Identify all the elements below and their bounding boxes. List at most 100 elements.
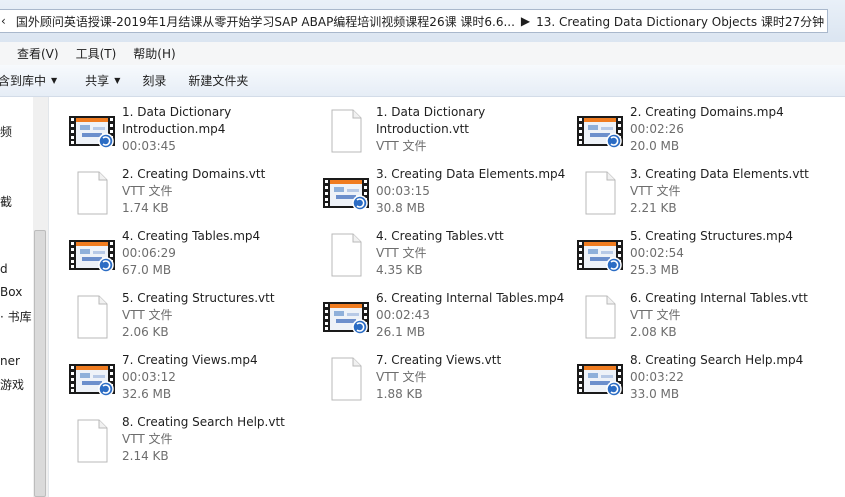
new-folder-button[interactable]: 新建文件夹 <box>188 72 248 89</box>
include-in-library-label: 含到库中 <box>0 74 47 88</box>
document-file-icon <box>576 171 624 215</box>
file-size: 1.74 KB <box>122 201 169 215</box>
file-item[interactable]: 1. Data Dictionary Introduction.vtt VTT 文件 <box>316 103 566 159</box>
file-size: 32.6 MB <box>122 387 172 401</box>
command-toolbar: 含到库中 ▼ 共享 ▼ 刻录 新建文件夹 <box>0 65 845 97</box>
share-label: 共享 <box>85 74 110 88</box>
file-item[interactable]: 7. Creating Views.vtt VTT 文件 1.88 KB <box>316 351 566 407</box>
file-item[interactable]: 5. Creating Structures.vtt VTT 文件 2.06 KB <box>62 289 312 345</box>
file-detail: 00:03:12 <box>122 370 176 384</box>
file-detail: 00:02:43 <box>376 308 430 322</box>
menu-view[interactable]: 查看(V) <box>17 45 59 62</box>
file-item[interactable]: 3. Creating Data Elements.mp4 00:03:15 30.… <box>316 165 566 221</box>
file-name: 1. Data Dictionary <box>376 105 486 119</box>
file-name: 6. Creating Internal Tables.vtt <box>630 291 808 305</box>
nav-item[interactable]: · 书库 <box>0 308 32 325</box>
file-name: 4. Creating Tables.vtt <box>376 229 504 243</box>
menu-bar: 查看(V) 工具(T) 帮助(H) <box>0 42 845 65</box>
file-name-continued: Introduction.mp4 <box>122 122 226 136</box>
file-item[interactable]: 3. Creating Data Elements.vtt VTT 文件 2.21 … <box>570 165 820 221</box>
file-item[interactable]: 6. Creating Internal Tables.mp4 00:02:43 2… <box>316 289 566 345</box>
file-name: 1. Data Dictionary <box>122 105 232 119</box>
file-name: 7. Creating Views.vtt <box>376 353 502 367</box>
file-name: 3. Creating Data Elements.mp4 <box>376 167 566 181</box>
file-item[interactable]: 5. Creating Structures.mp4 00:02:54 25.3 M… <box>570 227 820 283</box>
navigation-pane: 频 截 d Box · 书库 ner 游戏 <box>0 97 49 497</box>
file-size: 2.21 KB <box>630 201 677 215</box>
menu-help[interactable]: 帮助(H) <box>133 45 175 62</box>
include-in-library-button[interactable]: 含到库中 ▼ <box>0 72 57 89</box>
file-detail: VTT 文件 <box>376 139 427 153</box>
nav-scrollbar-thumb[interactable] <box>34 230 46 497</box>
file-size: 4.35 KB <box>376 263 423 277</box>
file-size: 2.08 KB <box>630 325 677 339</box>
document-file-icon <box>322 109 370 153</box>
file-item[interactable]: 2. Creating Domains.vtt VTT 文件 1.74 KB <box>62 165 312 221</box>
video-file-icon <box>322 171 370 215</box>
file-item[interactable]: 2. Creating Domains.mp4 00:02:26 20.0 MB <box>570 103 820 159</box>
document-file-icon <box>576 295 624 339</box>
file-name: 4. Creating Tables.mp4 <box>122 229 261 243</box>
file-detail: VTT 文件 <box>122 184 173 198</box>
menu-tools[interactable]: 工具(T) <box>76 45 117 62</box>
file-name: 2. Creating Domains.mp4 <box>630 105 784 119</box>
file-detail: VTT 文件 <box>630 184 681 198</box>
document-file-icon <box>322 357 370 401</box>
file-size: 2.06 KB <box>122 325 169 339</box>
file-item[interactable]: 4. Creating Tables.vtt VTT 文件 4.35 KB <box>316 227 566 283</box>
nav-item[interactable]: 截 <box>0 193 12 210</box>
share-button[interactable]: 共享 ▼ <box>85 72 120 89</box>
file-detail: VTT 文件 <box>376 370 427 384</box>
file-detail: 00:06:29 <box>122 246 176 260</box>
file-name: 7. Creating Views.mp4 <box>122 353 258 367</box>
file-detail: 00:02:54 <box>630 246 684 260</box>
file-item[interactable]: 8. Creating Search Help.mp4 00:03:22 33.0 … <box>570 351 820 407</box>
file-item[interactable]: 1. Data Dictionary Introduction.mp4 00:03:… <box>62 103 312 159</box>
file-name-continued: Introduction.vtt <box>376 122 469 136</box>
nav-item[interactable]: 频 <box>0 123 12 140</box>
back-chevron-icon[interactable]: ‹ <box>1 14 6 28</box>
nav-item[interactable]: Box <box>0 285 22 299</box>
breadcrumb-separator-icon[interactable]: ▶ <box>521 14 530 28</box>
file-name: 8. Creating Search Help.mp4 <box>630 353 804 367</box>
breadcrumb-course[interactable]: 国外顾问英语授课-2019年1月结课从零开始学习SAP ABAP编程培训视频课程… <box>16 13 515 30</box>
file-name: 6. Creating Internal Tables.mp4 <box>376 291 565 305</box>
file-item[interactable]: 7. Creating Views.mp4 00:03:12 32.6 MB <box>62 351 312 407</box>
document-file-icon <box>68 295 116 339</box>
file-item[interactable]: 8. Creating Search Help.vtt VTT 文件 2.14 KB <box>62 413 312 469</box>
new-folder-label: 新建文件夹 <box>188 74 249 88</box>
file-size: 30.8 MB <box>376 201 426 215</box>
nav-item[interactable]: d <box>0 262 8 276</box>
file-detail: VTT 文件 <box>630 308 681 322</box>
nav-item[interactable]: ner <box>0 354 20 368</box>
file-item[interactable]: 6. Creating Internal Tables.vtt VTT 文件 2.0… <box>570 289 820 345</box>
address-bar-area: ‹ 国外顾问英语授课-2019年1月结课从零开始学习SAP ABAP编程培训视频… <box>0 0 845 42</box>
file-size: 1.88 KB <box>376 387 423 401</box>
video-file-icon <box>68 233 116 277</box>
dropdown-caret-icon: ▼ <box>51 76 58 85</box>
video-file-icon <box>576 109 624 153</box>
document-file-icon <box>68 171 116 215</box>
file-detail: VTT 文件 <box>122 432 173 446</box>
dropdown-caret-icon: ▼ <box>114 76 121 85</box>
document-file-icon <box>68 419 116 463</box>
file-item[interactable]: 4. Creating Tables.mp4 00:06:29 67.0 MB <box>62 227 312 283</box>
file-size: 2.14 KB <box>122 449 169 463</box>
file-detail: 00:03:22 <box>630 370 684 384</box>
file-name: 5. Creating Structures.mp4 <box>630 229 793 243</box>
burn-label: 刻录 <box>142 74 167 88</box>
file-detail: VTT 文件 <box>122 308 173 322</box>
breadcrumb-current-folder[interactable]: 13. Creating Data Dictionary Objects 课时2… <box>536 13 824 30</box>
nav-item[interactable]: 游戏 <box>0 376 24 393</box>
document-file-icon <box>322 233 370 277</box>
file-detail: 00:03:45 <box>122 139 176 153</box>
address-bar[interactable]: ‹ 国外顾问英语授课-2019年1月结课从零开始学习SAP ABAP编程培训视频… <box>0 9 828 33</box>
file-size: 33.0 MB <box>630 387 680 401</box>
video-file-icon <box>322 295 370 339</box>
file-name: 5. Creating Structures.vtt <box>122 291 275 305</box>
file-name: 8. Creating Search Help.vtt <box>122 415 285 429</box>
file-detail: 00:03:15 <box>376 184 430 198</box>
file-size: 26.1 MB <box>376 325 426 339</box>
file-size: 67.0 MB <box>122 263 172 277</box>
burn-button[interactable]: 刻录 <box>142 72 166 89</box>
